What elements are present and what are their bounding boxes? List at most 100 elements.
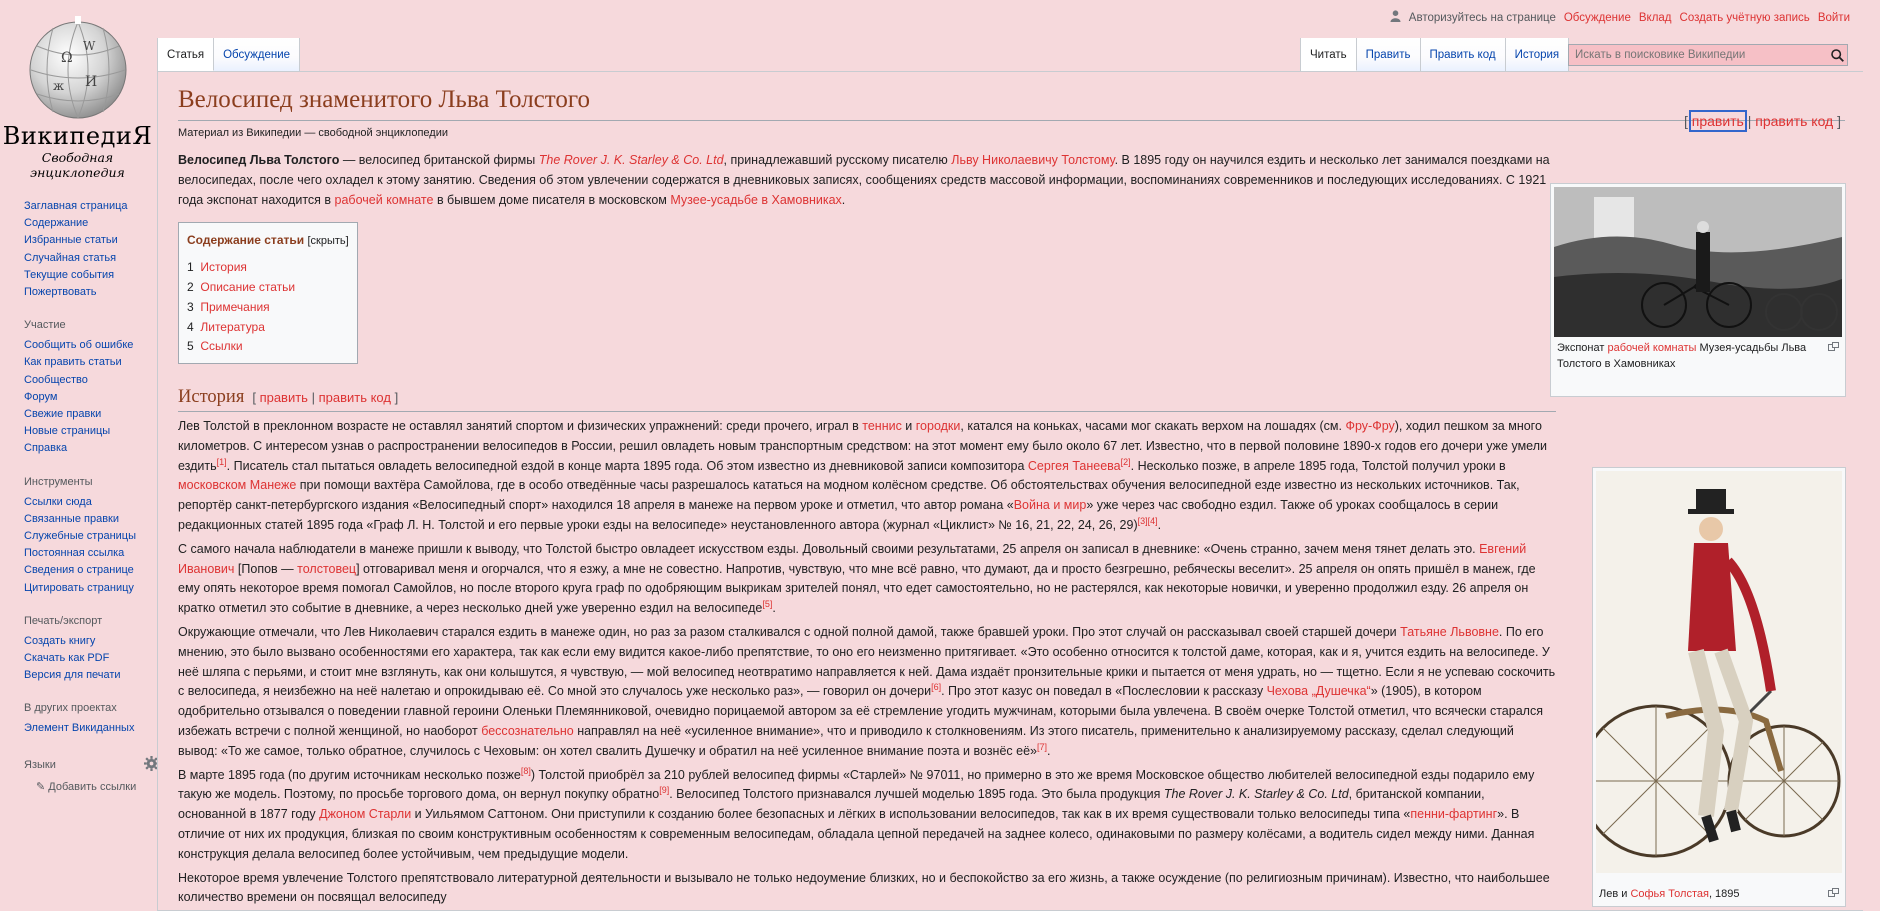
toc-label[interactable]: История	[200, 260, 247, 274]
page-edit-source-link[interactable]: править код	[1755, 113, 1833, 129]
enlarge-icon[interactable]	[1828, 887, 1839, 903]
history-paragraph-4: В марте 1895 года (по другим источникам …	[178, 766, 1556, 865]
sidebar-item-create-book[interactable]: Создать книгу	[24, 633, 159, 650]
link-study[interactable]: рабочей комнате	[335, 193, 434, 207]
wikipedia-logo[interactable]: Ω W И ж ВикипедиЯ Свободная энциклопедия	[0, 10, 155, 180]
footnote-ref[interactable]: [3][4]	[1138, 516, 1158, 526]
footnote-ref[interactable]: [5]	[762, 599, 772, 609]
link-manege[interactable]: московском Манеже	[178, 478, 296, 492]
contributions-link[interactable]: Вклад	[1639, 12, 1672, 24]
footnote-ref[interactable]: [8]	[521, 765, 531, 775]
tab-edit[interactable]: Править	[1356, 38, 1421, 71]
search-icon[interactable]	[1827, 45, 1847, 65]
drawing-image[interactable]	[1596, 471, 1842, 873]
article-body: Велосипед Льва Толстого — велосипед брит…	[178, 151, 1556, 908]
sidebar-item-page-info[interactable]: Сведения о странице	[24, 562, 159, 579]
toc-item[interactable]: 5 Ссылки	[187, 337, 349, 357]
sidebar-item-printable[interactable]: Версия для печати	[24, 667, 159, 684]
link-gorodki[interactable]: городки	[916, 419, 961, 433]
toc-item[interactable]: 2 Описание статьи	[187, 278, 349, 298]
sidebar-other-projects: В других проектах Элемент Викиданных	[24, 702, 159, 737]
toc-label[interactable]: Литература	[200, 320, 265, 334]
sidebar-item-new-pages[interactable]: Новые страницы	[24, 423, 159, 440]
sidebar-heading-print: Печать/экспорт	[24, 614, 103, 627]
toc-toggle-button[interactable]: скрыть	[311, 235, 346, 247]
link-penny-farthing[interactable]: пенни-фартинг	[1410, 807, 1497, 821]
sidebar-item-community[interactable]: Сообщество	[24, 372, 159, 389]
toc-item[interactable]: 4 Литература	[187, 318, 349, 338]
exhibit-photo[interactable]	[1554, 187, 1842, 337]
sidebar-item-report-error[interactable]: Сообщить об ошибке	[24, 337, 159, 354]
footnote-ref[interactable]: [1]	[217, 456, 227, 466]
sidebar-item-random[interactable]: Случайная статья	[24, 250, 159, 267]
text: Лев Толстой в преклонном возрасте не ост…	[178, 418, 863, 433]
discussion-link[interactable]: Обсуждение	[1564, 12, 1631, 24]
sidebar-item-recent-changes[interactable]: Свежие правки	[24, 406, 159, 423]
sidebar-item-wikidata[interactable]: Элемент Викиданных	[24, 720, 159, 737]
sidebar-item-forum[interactable]: Форум	[24, 389, 159, 406]
toc-item[interactable]: 1 История	[187, 258, 349, 278]
link-unconscious[interactable]: бессознательно	[481, 724, 574, 738]
section-edit-link[interactable]: править	[260, 390, 308, 405]
sidebar-item-related-changes[interactable]: Связанные правки	[24, 511, 159, 528]
tab-talk[interactable]: Обсуждение	[214, 38, 301, 71]
sidebar-item-current-events[interactable]: Текущие события	[24, 267, 159, 284]
toc-num: 3	[187, 299, 194, 314]
add-links-button[interactable]: ✎ Добавить ссылки	[24, 780, 159, 793]
toc-label[interactable]: Ссылки	[200, 339, 242, 353]
link-dushechka[interactable]: Чехова „Душечка“	[1267, 684, 1371, 698]
link-frou-frou[interactable]: Фру-Фру	[1345, 419, 1394, 433]
sidebar-item-main-page[interactable]: Заглавная страница	[24, 198, 159, 215]
toc-label[interactable]: Примечания	[200, 300, 269, 314]
thumbnail-caption: Лев и Софья Толстая, 1895	[1596, 873, 1842, 903]
footnote-ref[interactable]: [6]	[931, 682, 941, 692]
tab-history[interactable]: История	[1505, 38, 1570, 71]
page-edit-link[interactable]: править	[1688, 110, 1747, 132]
toc-title: Содержание статьи [скрыть]	[187, 233, 349, 248]
link-rover[interactable]: The Rover J. K. Starley & Co. Ltd	[539, 153, 724, 167]
caption-link[interactable]: рабочей комнаты	[1607, 342, 1696, 354]
personal-tools: Авторизуйтесь на странице Обсуждение Вкл…	[1390, 10, 1850, 25]
section-title: История	[178, 387, 245, 408]
intro-bold: Велосипед Льва Толстого	[178, 153, 340, 167]
history-paragraph-3: Окружающие отмечали, что Лев Николаевич …	[178, 623, 1556, 762]
tab-article[interactable]: Статья	[158, 38, 215, 71]
text: Экспонат	[1557, 342, 1608, 354]
link-taneyev[interactable]: Сергея Танеева	[1028, 459, 1121, 473]
search-input[interactable]	[1569, 48, 1827, 62]
link-starley[interactable]: Джоном Старли	[319, 807, 411, 821]
sidebar-item-special-pages[interactable]: Служебные страницы	[24, 528, 159, 545]
sidebar-item-featured[interactable]: Избранные статьи	[24, 232, 159, 249]
sidebar-item-what-links-here[interactable]: Ссылки сюда	[24, 494, 159, 511]
footnote-ref[interactable]: [9]	[659, 785, 669, 795]
tab-edit-source[interactable]: Править код	[1420, 38, 1506, 71]
footnote-ref[interactable]: [2]	[1121, 456, 1131, 466]
section-edit-source-link[interactable]: править код	[319, 390, 391, 405]
sidebar-item-cite[interactable]: Цитировать страницу	[24, 580, 159, 597]
link-tennis[interactable]: теннис	[862, 419, 902, 433]
link-tolstoyan[interactable]: толстовец	[297, 562, 356, 576]
italic-company: The Rover J. K. Starley & Co. Ltd	[1163, 787, 1349, 802]
tab-read[interactable]: Читать	[1301, 38, 1357, 71]
toc-label[interactable]: Описание статьи	[200, 280, 295, 294]
link-museum[interactable]: Музее-усадьбе в Хамовниках	[670, 193, 841, 207]
footnote-ref[interactable]: [7]	[1037, 742, 1047, 752]
link-war-and-peace[interactable]: Война и мир	[1014, 498, 1087, 512]
link-tatiana[interactable]: Татьяне Львовне	[1400, 625, 1499, 639]
sidebar-item-help[interactable]: Справка	[24, 440, 159, 457]
toc-item[interactable]: 3 Примечания	[187, 298, 349, 318]
sidebar-item-contents[interactable]: Содержание	[24, 215, 159, 232]
sidebar-item-how-to-edit[interactable]: Как править статьи	[24, 354, 159, 371]
enlarge-icon[interactable]	[1828, 341, 1839, 357]
sidebar-item-permanent-link[interactable]: Постоянная ссылка	[24, 545, 159, 562]
sidebar-item-donate[interactable]: Пожертвовать	[24, 284, 159, 301]
create-account-link[interactable]: Создать учётную запись	[1680, 12, 1810, 24]
caption-link[interactable]: Софья Толстая	[1630, 888, 1709, 900]
sidebar-languages: Языки ✎ Добавить ссылки	[24, 755, 159, 793]
toc-num: 5	[187, 339, 194, 354]
sidebar-item-download-pdf[interactable]: Скачать как PDF	[24, 650, 159, 667]
sidebar-nav: Заглавная страница Содержание Избранные …	[24, 198, 159, 301]
section-heading-history: История [ править | править код ]	[178, 387, 1556, 412]
login-link[interactable]: Войти	[1818, 12, 1850, 24]
link-tolstoy[interactable]: Льву Николаевичу Толстому	[951, 153, 1114, 167]
